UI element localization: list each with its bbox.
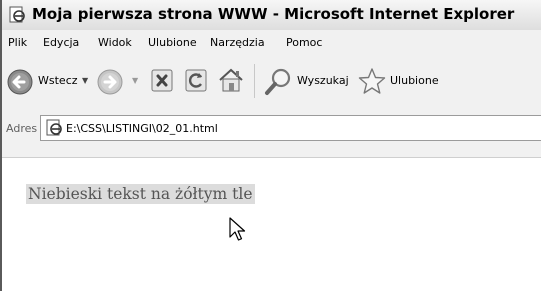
back-button[interactable]: Wstecz ▼ <box>6 66 92 98</box>
window-title: Moja pierwsza strona WWW - Microsoft Int… <box>32 5 515 23</box>
menu-bar: Plik Edycja Widok Ulubione Narzędzia Pom… <box>2 30 541 57</box>
menu-plik[interactable]: Plik <box>8 36 27 49</box>
menu-edycja[interactable]: Edycja <box>43 36 79 49</box>
address-bar: Adres E:\CSS\LISTINGI\02_01.html <box>2 110 541 158</box>
search-button[interactable]: Wyszukaj <box>264 66 349 98</box>
address-input[interactable]: E:\CSS\LISTINGI\02_01.html <box>40 115 541 141</box>
address-label: Adres <box>6 122 38 135</box>
standard-toolbar: Wstecz ▼ ▼ Wyszukaj Ulubione <box>2 56 541 111</box>
menu-narzedzia[interactable]: Narzędzia <box>210 36 265 49</box>
search-label: Wyszukaj <box>297 74 349 87</box>
chevron-down-icon[interactable]: ▼ <box>82 76 88 85</box>
favorites-button[interactable]: Ulubione <box>357 66 447 98</box>
menu-widok[interactable]: Widok <box>98 36 132 49</box>
ie-page-icon <box>9 6 25 23</box>
page-content: Niebieski tekst na żółtym tle <box>2 157 541 292</box>
forward-arrow-icon <box>97 69 123 95</box>
refresh-icon[interactable] <box>184 68 210 94</box>
sample-text: Niebieski tekst na żółtym tle <box>26 184 255 204</box>
chevron-down-icon[interactable]: ▼ <box>132 76 138 85</box>
title-bar: Moja pierwsza strona WWW - Microsoft Int… <box>2 0 541 31</box>
favorites-star-icon <box>358 68 386 94</box>
forward-button[interactable]: ▼ <box>96 66 142 98</box>
back-label: Wstecz <box>38 74 78 87</box>
home-icon[interactable] <box>216 66 246 96</box>
mouse-pointer-icon <box>229 217 246 241</box>
address-value: E:\CSS\LISTINGI\02_01.html <box>66 122 218 135</box>
toolbar-separator <box>254 64 255 98</box>
favorites-label: Ulubione <box>390 74 439 87</box>
menu-pomoc[interactable]: Pomoc <box>286 36 322 49</box>
back-arrow-icon <box>7 69 33 95</box>
search-icon <box>265 68 291 95</box>
browser-window: Moja pierwsza strona WWW - Microsoft Int… <box>0 0 541 292</box>
menu-ulubione[interactable]: Ulubione <box>148 36 197 49</box>
ie-page-icon <box>46 119 62 136</box>
stop-icon[interactable] <box>150 68 176 94</box>
